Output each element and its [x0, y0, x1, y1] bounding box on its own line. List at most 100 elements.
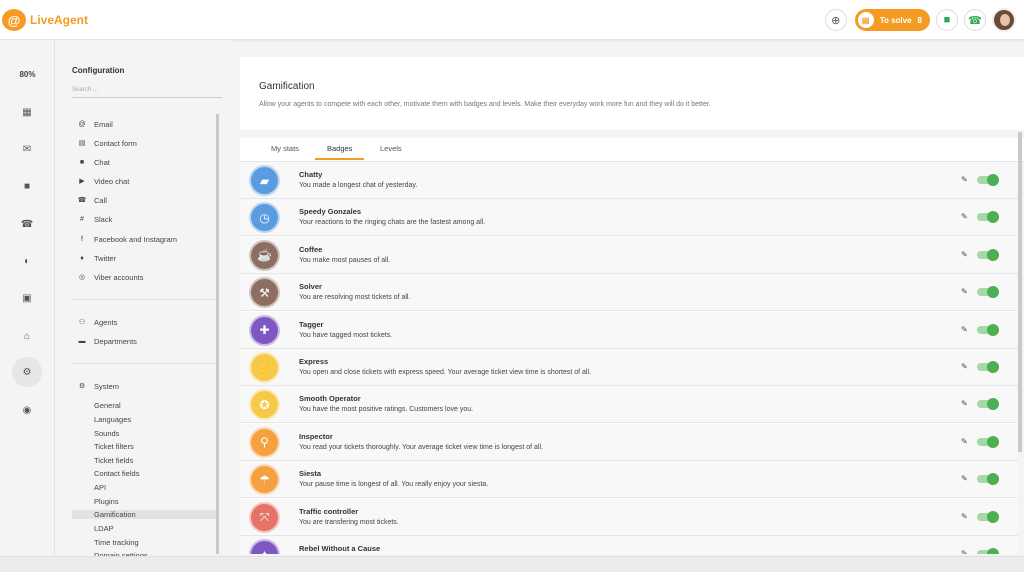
plus-circle-icon[interactable]: ⊕ [824, 9, 847, 31]
page-title: Gamification [259, 81, 315, 92]
badge-toggle[interactable] [977, 548, 999, 554]
agents-icon: ⚇ [78, 319, 86, 326]
at-icon: @ [78, 120, 86, 128]
badge-toggle[interactable] [977, 323, 999, 336]
pencil-icon[interactable]: ✎ [961, 474, 968, 483]
contacts-icon[interactable]: ▣ [18, 289, 36, 307]
bottom-bar [0, 556, 1024, 572]
badge-name: Inspector [299, 431, 333, 441]
pencil-icon[interactable]: ✎ [961, 399, 968, 408]
system-item-gamification[interactable]: Gamification [72, 510, 216, 519]
config-item-email[interactable]: @ Email [76, 118, 216, 130]
config-item-label: Chat [94, 157, 110, 167]
badge-description: You have tagged most tickets. [299, 331, 393, 339]
system-item-languages[interactable]: Languages [94, 415, 131, 424]
settings-icon[interactable]: ⚙ [12, 357, 42, 387]
pencil-icon[interactable]: ✎ [961, 512, 968, 521]
badge-icon: ⚡ [249, 352, 280, 383]
badge-row: ◷ Speedy Gonzales Your reactions to the ri… [240, 199, 1018, 237]
main-scrollbar[interactable] [1018, 132, 1022, 452]
config-item-facebook[interactable]: f Facebook and Instagram [76, 233, 216, 245]
badge-row: ☕ Coffee You make most pauses of all. ✎ [240, 236, 1018, 274]
folder-icon: ▬ [78, 337, 86, 345]
badge-description: You have the most positive ratings. Cust… [299, 406, 474, 414]
chat-icon: ■ [79, 158, 85, 166]
config-item-viber[interactable]: ◎ Viber accounts [76, 271, 216, 283]
config-item-agents[interactable]: ⚇ Agents [76, 316, 216, 328]
config-item-call[interactable]: ☎ Call [76, 194, 216, 206]
badge-toggle[interactable] [977, 510, 999, 523]
config-search-input[interactable]: Search ... [72, 87, 222, 98]
system-item-api[interactable]: API [94, 483, 106, 492]
tab-bar: My stats Badges Levels [240, 138, 1024, 162]
badge-toggle[interactable] [977, 473, 999, 486]
system-item-ldap[interactable]: LDAP [94, 524, 114, 533]
config-item-label: Email [94, 119, 113, 129]
pencil-icon[interactable]: ✎ [961, 549, 968, 554]
config-item-twitter[interactable]: ♦ Twitter [76, 252, 216, 264]
pencil-icon[interactable]: ✎ [961, 325, 968, 334]
badge-toggle[interactable] [977, 286, 999, 299]
config-item-label: Twitter [94, 253, 117, 263]
pencil-icon[interactable]: ✎ [961, 250, 968, 259]
badge-icon: ✚ [249, 314, 280, 346]
reports-icon[interactable]: ◐ [18, 252, 36, 270]
system-item-ticket-fields[interactable]: Ticket fields [94, 456, 133, 465]
pencil-icon[interactable]: ✎ [961, 175, 968, 184]
badge-name: Speedy Gonzales [299, 207, 362, 217]
system-item-general[interactable]: General [94, 401, 121, 410]
badge-toggle[interactable] [977, 361, 999, 373]
system-item-plugins[interactable]: Plugins [94, 497, 119, 506]
badge-icon: ☂ [249, 464, 280, 496]
system-item-ticket-filters[interactable]: Ticket filters [94, 442, 134, 451]
config-scrollbar[interactable] [216, 114, 219, 554]
badge-toggle[interactable] [977, 211, 999, 224]
tab-levels[interactable]: Levels [380, 144, 402, 158]
logo-icon: @ [2, 9, 26, 31]
to-solve-button[interactable]: ▤ To solve 8 [854, 9, 930, 31]
phone-icon[interactable]: ☎ [18, 215, 36, 233]
pencil-icon[interactable]: ✎ [961, 437, 968, 446]
knowledgebase-icon[interactable]: ⌂ [18, 327, 36, 345]
badge-name: Solver [299, 282, 322, 292]
badge-row: ☂ Siesta Your pause time is longest of all… [240, 461, 1018, 499]
badge-icon: ▰ [249, 165, 280, 196]
pencil-icon[interactable]: ✎ [961, 287, 968, 296]
avatar[interactable] [992, 8, 1016, 32]
config-item-departments[interactable]: ▬ Departments [76, 335, 216, 347]
logo[interactable]: @ LiveAgent [2, 9, 88, 31]
pencil-icon[interactable]: ✎ [961, 212, 968, 221]
badge-toggle[interactable] [977, 248, 999, 261]
badges-list: ▰ Chatty You made a longest chat of yester… [240, 162, 1018, 554]
system-item-contact-fields[interactable]: Contact fields [94, 469, 139, 478]
badge-toggle[interactable] [977, 174, 999, 186]
system-item-sounds[interactable]: Sounds [94, 429, 119, 438]
config-item-system[interactable]: ⚙ System [76, 380, 216, 392]
config-item-chat[interactable]: ■ Chat [76, 156, 216, 168]
badge-row: ✚ Tagger You have tagged most tickets. ✎ [240, 311, 1018, 349]
badge-row: ▰ Chatty You made a longest chat of yester… [240, 162, 1018, 199]
tab-my-stats[interactable]: My stats [271, 144, 299, 158]
badge-description: Your reactions to the ringing chats are … [299, 219, 486, 227]
chat-icon[interactable]: ■ [936, 9, 958, 31]
completion-percent: 80% [19, 70, 36, 79]
config-item-slack[interactable]: # Slack [76, 213, 216, 225]
badge-description: You made a longest chat of yesterday. [299, 182, 418, 189]
pencil-icon[interactable]: ✎ [961, 362, 968, 371]
slack-icon: # [80, 215, 84, 223]
tab-badges[interactable]: Badges [315, 144, 365, 160]
dashboard-icon[interactable]: ▦ [18, 103, 36, 121]
config-item-label: Facebook and Instagram [94, 234, 177, 244]
system-item-time-tracking[interactable]: Time tracking [94, 538, 139, 547]
plugins-icon[interactable]: ◉ [18, 401, 36, 419]
chat-icon[interactable]: ■ [18, 177, 36, 195]
config-item-contact-form[interactable]: ▤ Contact form [76, 137, 216, 149]
config-item-video-chat[interactable]: ▶ Video chat [76, 175, 216, 187]
phone-icon: ☎ [77, 197, 87, 204]
phone-icon[interactable]: ☎ [964, 9, 986, 31]
badge-toggle[interactable] [977, 398, 999, 411]
mail-icon[interactable]: ✉ [18, 140, 36, 158]
config-item-label: System [94, 381, 120, 391]
badge-icon: ⚒ [249, 277, 280, 309]
badge-toggle[interactable] [977, 435, 999, 448]
